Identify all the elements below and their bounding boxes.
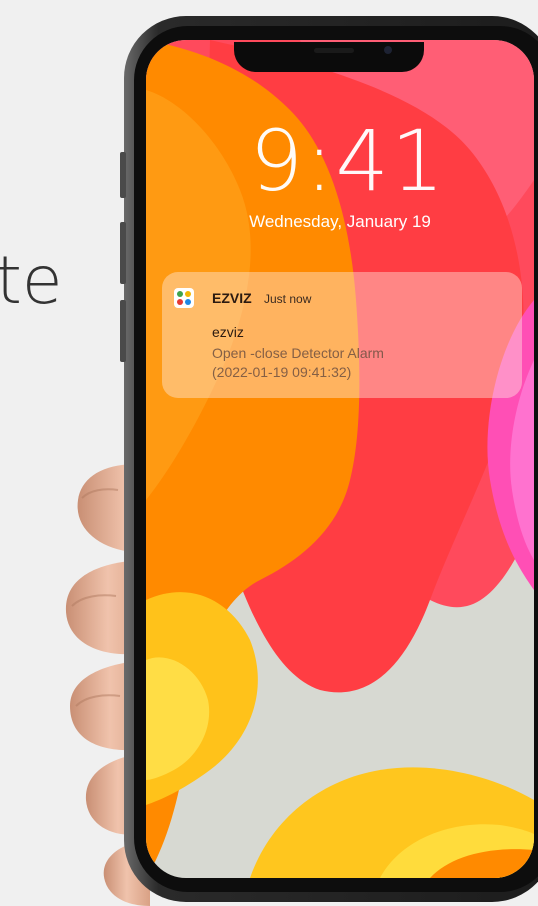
earpiece-speaker [314,48,354,53]
notification-app-name: EZVIZ [212,290,252,306]
front-camera [384,46,392,54]
ezviz-app-icon [174,288,194,308]
notification-body: Open -close Detector Alarm (2022-01-19 0… [212,344,384,382]
notification-time: Just now [264,292,312,306]
lock-screen-date: Wednesday, January 19 [249,212,431,231]
notification-body-line1: Open -close Detector Alarm [212,345,384,361]
notch [234,42,424,72]
notification-body-line2: (2022-01-19 09:41:32) [212,364,352,380]
notification-title: ezviz [212,324,244,340]
notification-card[interactable]: EZVIZ Just now ezviz Open -close Detecto… [162,272,522,398]
lock-screen-time: 9:41 [249,112,447,210]
